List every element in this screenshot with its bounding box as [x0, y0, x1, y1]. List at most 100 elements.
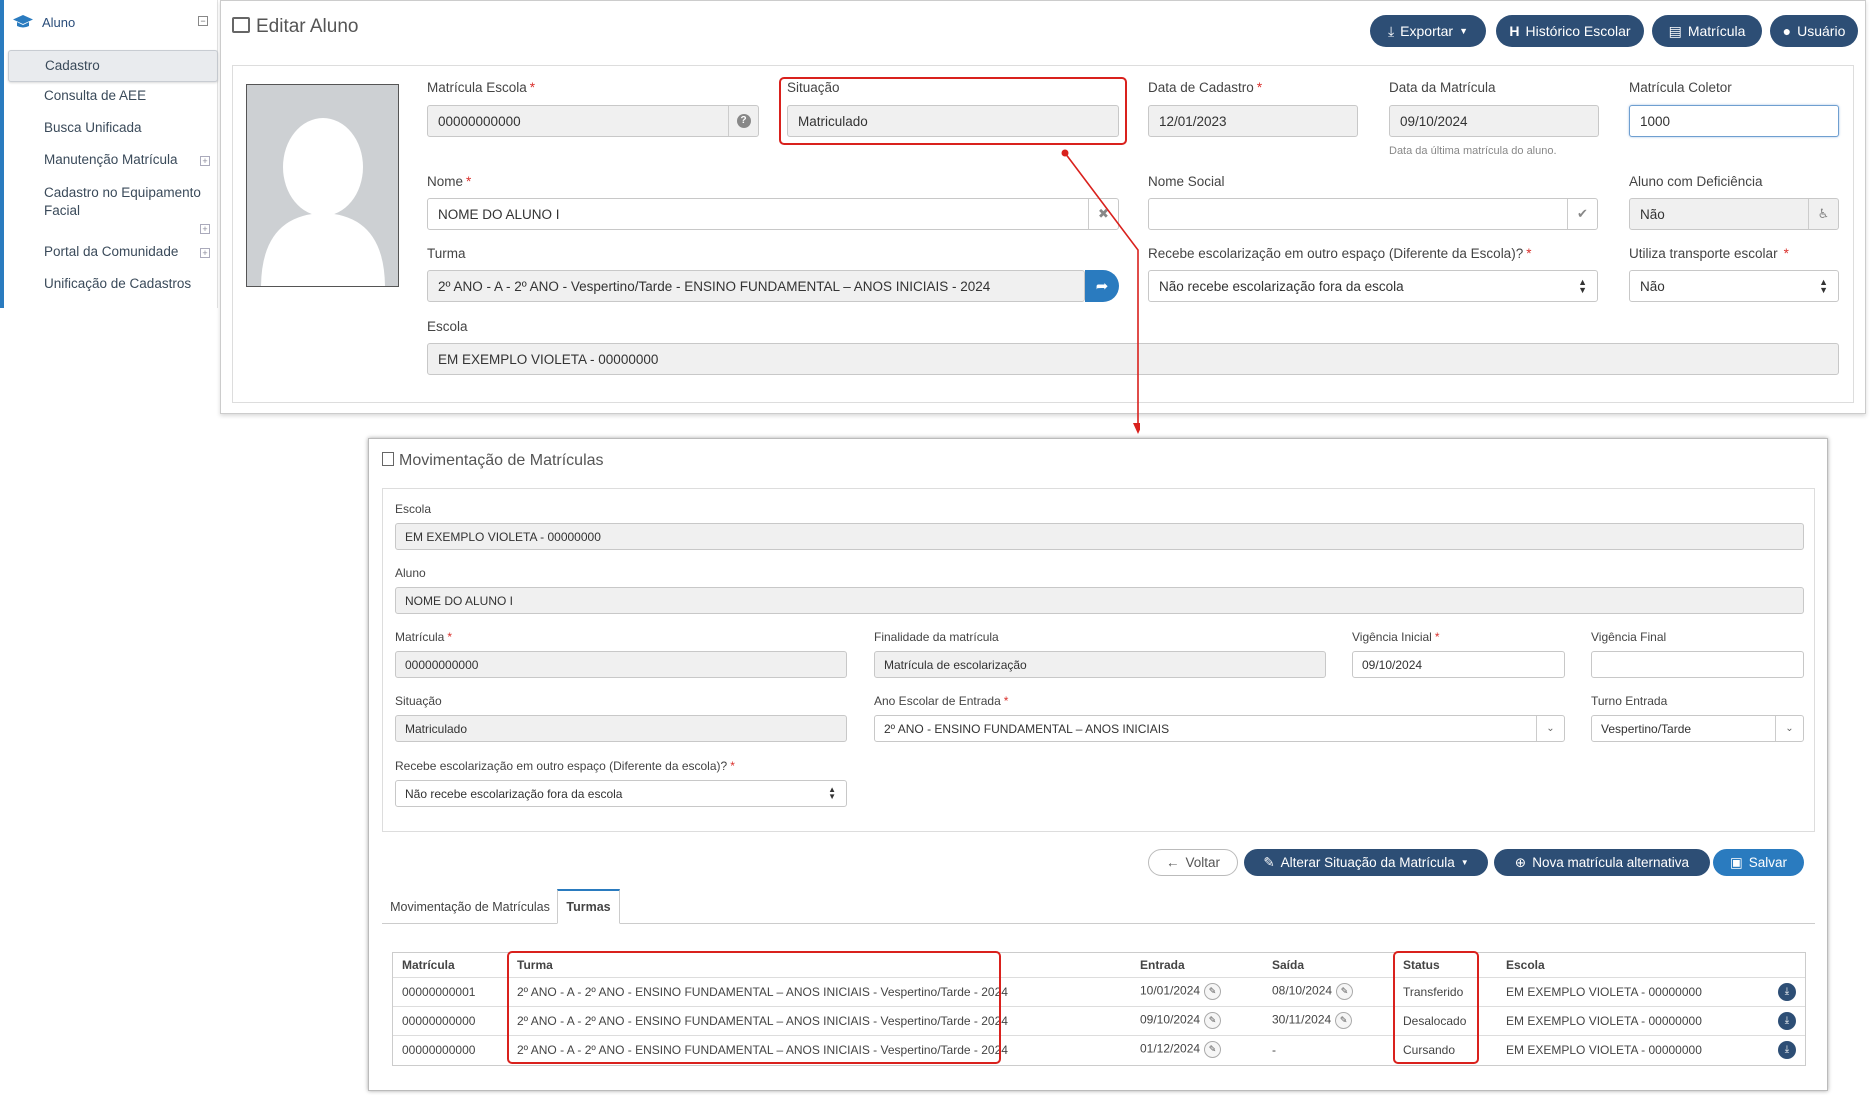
- sort-icon: ▲ ▼: [1578, 277, 1587, 295]
- sidebar-item-unificacao-cadastros[interactable]: Unificação de Cadastros: [8, 276, 218, 298]
- aluno-deficiencia-label: Aluno com Deficiência: [1629, 174, 1763, 189]
- situacao-input[interactable]: Matriculado: [787, 105, 1119, 137]
- download-icon: ⤓: [1387, 22, 1395, 39]
- nome-social-label: Nome Social: [1148, 174, 1225, 189]
- chevron-down-icon: ⌄: [1775, 716, 1803, 741]
- student-photo[interactable]: [246, 84, 399, 287]
- edit-icon[interactable]: ✎: [1335, 1012, 1353, 1029]
- cell-saida: 08/10/2024 ✎: [1272, 983, 1354, 1000]
- nome-social-input[interactable]: ✔: [1148, 198, 1598, 230]
- th-entrada: Entrada: [1140, 958, 1185, 972]
- th-matricula: Matrícula: [402, 958, 455, 972]
- salvar-button[interactable]: ▣ Salvar: [1713, 849, 1804, 876]
- cell-entrada: 09/10/2024 ✎: [1140, 1012, 1222, 1029]
- transporte-select[interactable]: Não ▲ ▼: [1629, 270, 1839, 302]
- sidebar: Aluno − Cadastro Consulta de AEE Busca U…: [0, 0, 218, 308]
- collapse-icon[interactable]: −: [198, 16, 208, 26]
- edit-icon[interactable]: ✎: [1204, 983, 1222, 1000]
- tab-movimentacao[interactable]: Movimentação de Matrículas: [385, 890, 555, 924]
- sort-icon: ▲ ▼: [828, 785, 836, 801]
- mov-ano-escolar-select[interactable]: 2º ANO - ENSINO FUNDAMENTAL – ANOS INICI…: [874, 715, 1565, 742]
- data-matricula-hint: Data da última matrícula do aluno.: [1389, 145, 1557, 157]
- help-icon[interactable]: ?: [728, 106, 758, 136]
- download-icon[interactable]: ⤓: [1778, 1041, 1796, 1059]
- caret-down-icon: ▼: [1459, 26, 1469, 36]
- sidebar-item-cadastro-equipamento-facial[interactable]: Cadastro no Equipamento Facial +: [8, 184, 218, 234]
- mov-vigencia-inicial-label: Vigência Inicial *: [1352, 630, 1440, 644]
- cell-matricula: 00000000001: [402, 985, 476, 999]
- alterar-situacao-button[interactable]: ✎ Alterar Situação da Matrícula ▼: [1244, 849, 1488, 876]
- mov-ano-escolar-label: Ano Escolar de Entrada *: [874, 694, 1009, 708]
- avatar-placeholder-icon: [247, 85, 398, 286]
- edit-icon[interactable]: ✎: [1336, 983, 1354, 1000]
- plus-circle-icon: ⊕: [1514, 854, 1527, 870]
- mov-situacao-label: Situação: [395, 694, 442, 708]
- sidebar-item-cadastro[interactable]: Cadastro: [8, 50, 218, 82]
- download-icon[interactable]: ⤓: [1778, 983, 1796, 1001]
- mov-recebe-select[interactable]: Não recebe escolarização fora da escola ▲…: [395, 780, 847, 807]
- sidebar-item-busca-unificada[interactable]: Busca Unificada: [8, 120, 218, 142]
- matricula-coletor-input[interactable]: 1000: [1629, 105, 1839, 137]
- mov-recebe-label: Recebe escolarização em outro espaço (Di…: [395, 759, 735, 773]
- recebe-escolarizacao-label: Recebe escolarização em outro espaço (Di…: [1148, 246, 1532, 261]
- matricula-escola-label: Matrícula Escola *: [427, 80, 536, 95]
- situacao-label: Situação: [787, 80, 840, 95]
- expand-icon[interactable]: +: [200, 224, 210, 234]
- mov-finalidade-label: Finalidade da matrícula: [874, 630, 999, 644]
- expand-icon[interactable]: +: [200, 248, 210, 258]
- wheelchair-icon[interactable]: ♿: [1808, 199, 1838, 229]
- expand-icon[interactable]: +: [200, 156, 210, 166]
- mov-vigencia-inicial-input[interactable]: 09/10/2024: [1352, 651, 1565, 678]
- h-icon: H: [1509, 23, 1520, 39]
- recebe-escolarizacao-select[interactable]: Não recebe escolarização fora da escola ▲…: [1148, 270, 1598, 302]
- cell-saida: -: [1272, 1043, 1276, 1057]
- mov-matricula-input[interactable]: 00000000000: [395, 651, 847, 678]
- edit-icon[interactable]: ✎: [1204, 1012, 1222, 1029]
- nome-input[interactable]: NOME DO ALUNO I ✖: [427, 198, 1119, 230]
- cell-escola: EM EXEMPLO VIOLETA - 00000000: [1506, 985, 1702, 999]
- mov-finalidade-input[interactable]: Matrícula de escolarização: [874, 651, 1326, 678]
- th-saida: Saída: [1272, 958, 1305, 972]
- nova-matricula-button[interactable]: ⊕ Nova matrícula alternativa: [1494, 849, 1710, 876]
- sidebar-item-consulta-aee[interactable]: Consulta de AEE: [8, 88, 218, 110]
- chevron-down-icon: ⌄: [1536, 716, 1564, 741]
- mov-vigencia-final-label: Vigência Final: [1591, 630, 1667, 644]
- save-icon: ▣: [1729, 854, 1743, 870]
- turma-input[interactable]: 2º ANO - A - 2º ANO - Vespertino/Tarde -…: [427, 270, 1085, 302]
- graduation-cap-icon: [12, 14, 34, 30]
- aluno-deficiencia-input[interactable]: Não ♿: [1629, 198, 1839, 230]
- page-title: Editar Aluno: [232, 16, 358, 38]
- check-icon[interactable]: ✔: [1567, 199, 1597, 229]
- cell-entrada: 01/12/2024 ✎: [1140, 1041, 1222, 1058]
- escola-label: Escola: [427, 319, 468, 334]
- nome-label: Nome *: [427, 174, 472, 189]
- mov-aluno-input[interactable]: NOME DO ALUNO I: [395, 587, 1804, 614]
- mov-matricula-label: Matrícula *: [395, 630, 453, 644]
- matricula-button[interactable]: ▤ Matrícula: [1652, 15, 1762, 47]
- connector-arrow: [1061, 149, 1140, 434]
- sort-icon: ▲ ▼: [1819, 277, 1828, 295]
- download-icon[interactable]: ⤓: [1778, 1012, 1796, 1030]
- voltar-button[interactable]: ← Voltar: [1148, 849, 1238, 876]
- sidebar-item-portal-comunidade[interactable]: Portal da Comunidade +: [8, 244, 218, 266]
- movimentacao-title: Movimentação de Matrículas: [382, 452, 604, 470]
- status-column-highlight: [1393, 951, 1479, 1064]
- exportar-button[interactable]: ⤓ Exportar ▼: [1370, 15, 1486, 47]
- mov-turno-select[interactable]: Vespertino/Tarde ⌄: [1591, 715, 1804, 742]
- sidebar-section-label: Aluno: [42, 14, 76, 30]
- turma-column-highlight: [507, 951, 1001, 1064]
- data-matricula-label: Data da Matrícula: [1389, 80, 1496, 95]
- mov-escola-input[interactable]: EM EXEMPLO VIOLETA - 00000000: [395, 523, 1804, 550]
- data-cadastro-input[interactable]: 12/01/2023: [1148, 105, 1358, 137]
- historico-escolar-button[interactable]: H Histórico Escolar: [1496, 15, 1644, 47]
- usuario-button[interactable]: ● Usuário: [1770, 15, 1858, 47]
- sidebar-section-header[interactable]: Aluno −: [4, 0, 218, 44]
- matricula-escola-input[interactable]: 00000000000?: [427, 105, 759, 137]
- tab-turmas[interactable]: Turmas: [557, 889, 620, 924]
- data-matricula-input[interactable]: 09/10/2024: [1389, 105, 1599, 137]
- turma-label: Turma: [427, 246, 466, 261]
- mov-vigencia-final-input[interactable]: [1591, 651, 1804, 678]
- mov-situacao-input[interactable]: Matriculado: [395, 715, 847, 742]
- edit-icon[interactable]: ✎: [1204, 1041, 1222, 1058]
- sidebar-item-manutencao-matricula[interactable]: Manutenção Matrícula +: [8, 152, 218, 174]
